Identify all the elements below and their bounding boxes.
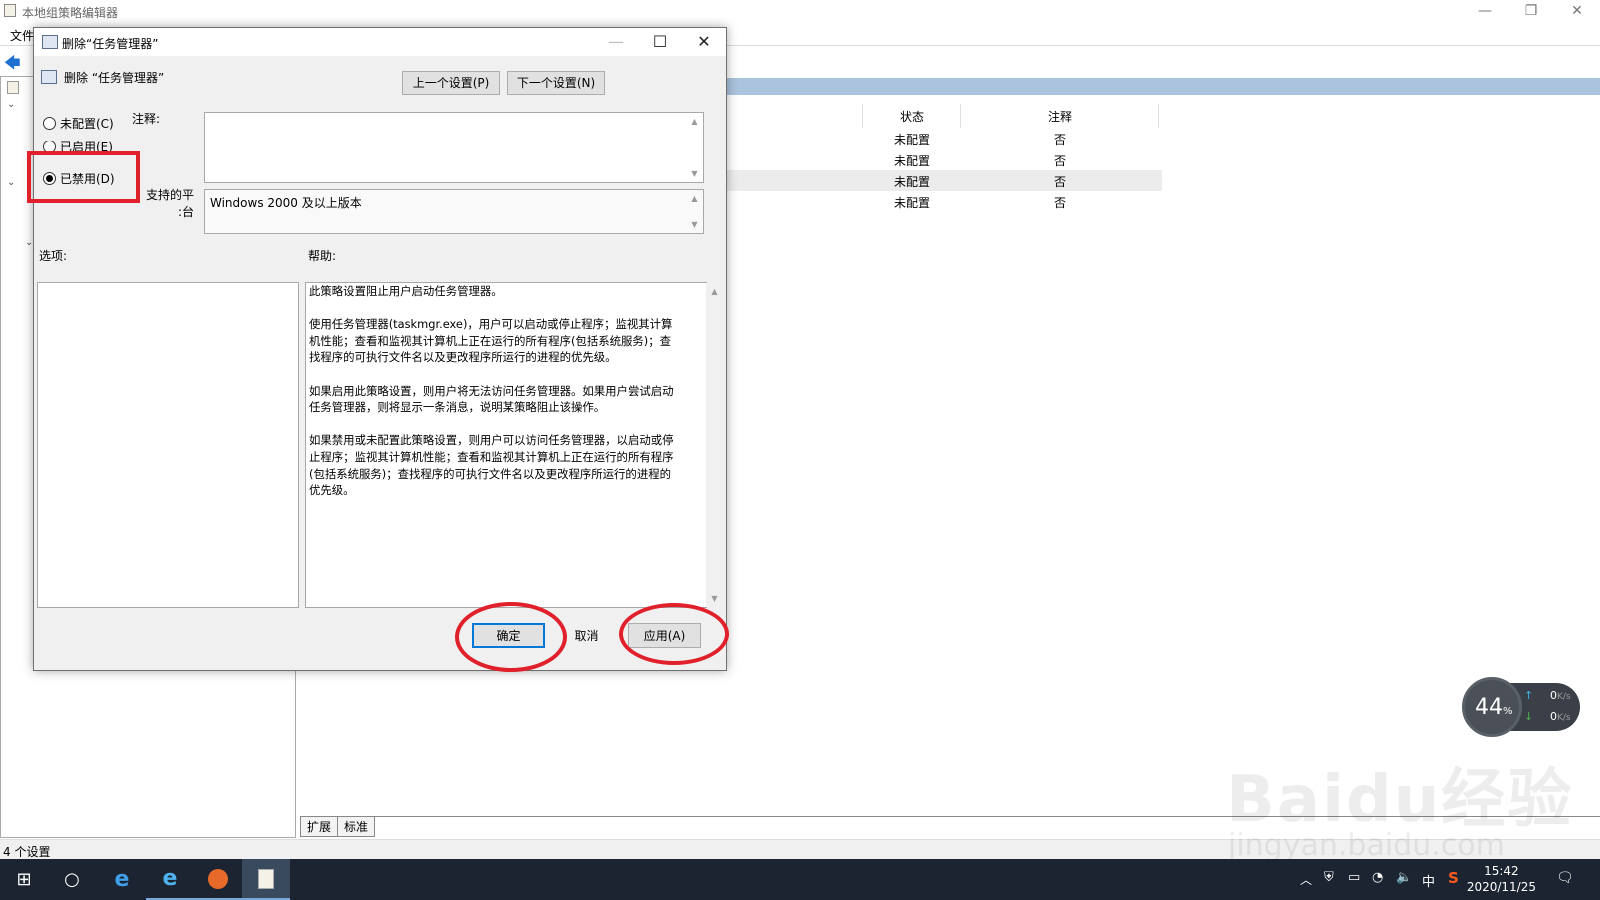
annotation-highlight-box [27,151,140,203]
minimize-button[interactable]: — [1462,0,1508,22]
back-arrow-icon[interactable]: 🡄 [4,52,21,79]
policy-editor-taskbar-icon[interactable] [242,859,290,900]
radio-not-configured-label: 未配置(C) [60,116,114,131]
taskbar-clock[interactable]: 15:42 2020/11/25 [1467,863,1536,895]
browser-icon[interactable] [194,859,242,900]
column-separator[interactable] [960,104,961,128]
cell-state: 未配置 [894,154,931,168]
memory-percent: 44% [1475,695,1513,720]
restore-button[interactable]: ❐ [1508,0,1554,22]
chevron-up-icon[interactable]: ︿ [1300,871,1312,888]
view-tabs: 扩展 标准 [300,817,376,837]
main-window-title: 本地组策略编辑器 [22,6,119,20]
search-icon[interactable]: ○ [48,859,96,900]
dialog-maximize-button[interactable]: ☐ [638,28,682,56]
help-paragraph: 此策略设置阻止用户启动任务管理器。 [309,284,503,298]
security-icon[interactable]: ⛨ [1324,870,1334,885]
chevron-down-icon[interactable]: ⌄ [7,99,15,110]
watermark-logo: Baidu经验 [1226,763,1574,837]
policy-name: 删除 “任务管理器” [64,71,165,85]
previous-setting-button[interactable]: 上一个设置(P) [402,71,500,95]
annotation-circle-ok [455,602,567,672]
watermark-url: jingyan.baidu.com [1228,828,1505,863]
main-titlebar: 本地组策略编辑器 — ❐ ✕ [0,0,1600,22]
cell-comment: 否 [1054,196,1067,210]
help-text: 此策略设置阻止用户启动任务管理器。 使用任务管理器(taskmgr.exe)，用… [309,283,679,515]
comment-label: 注释: [132,112,161,126]
clock-time: 15:42 [1484,864,1519,878]
help-paragraph: 如果启用此策略设置，则用户将无法访问任务管理器。如果用户尝试启动任务管理器，则将… [309,383,674,415]
network-speed-widget[interactable]: ↑ 0K/s ↓ 0K/s 44% [1462,677,1580,737]
cell-state: 未配置 [894,196,931,210]
column-separator[interactable] [1158,104,1159,128]
comment-scrollbar[interactable]: ▲ ▼ [686,113,703,182]
upload-speed: 0K/s [1550,689,1571,702]
column-separator[interactable] [862,104,863,128]
volume-icon[interactable]: 🔈 [1396,870,1412,885]
help-paragraph: 如果禁用或未配置此策略设置，则用户可以访问任务管理器，以启动或停止程序；监视其计… [309,433,674,498]
platform-field: Windows 2000 及以上版本 ▲ ▼ [204,189,704,234]
column-header-state[interactable]: 状态 [900,108,924,125]
wifi-icon[interactable]: ◔ [1372,870,1383,885]
next-setting-button[interactable]: 下一个设置(N) [507,71,605,95]
cell-comment: 否 [1054,154,1067,168]
annotation-circle-apply [619,603,729,665]
cell-state: 未配置 [894,175,931,189]
notification-icon[interactable]: 🗨 [1556,870,1574,886]
help-label: 帮助: [308,249,337,263]
platform-label: 支持的平台: [145,188,194,219]
memory-usage-circle: 44% [1462,677,1522,737]
column-header-comment[interactable]: 注释 [1048,108,1072,125]
windows-start-icon[interactable]: ⊞ [0,859,48,900]
clock-date: 2020/11/25 [1466,880,1536,894]
download-speed: 0K/s [1550,710,1571,723]
taskbar: ⊞ ○ e e ︿ ⛨ ▭ ◔ 🔈 中 S 15:42 2020/11/25 🗨 [0,859,1600,900]
tree-root-icon [7,81,19,94]
tab-extended[interactable]: 扩展 [300,817,339,837]
battery-icon[interactable]: ▭ [1348,870,1360,885]
dialog-minimize-button: — [608,32,624,51]
cell-comment: 否 [1054,175,1067,189]
options-label: 选项: [39,249,68,263]
radio-circle[interactable] [43,116,56,130]
options-panel[interactable] [37,282,299,608]
download-arrow-icon: ↓ [1524,710,1534,723]
cell-state: 未配置 [894,133,931,147]
tab-standard[interactable]: 标准 [337,817,376,837]
close-button[interactable]: ✕ [1554,0,1600,22]
sogou-ime-icon[interactable]: S [1448,869,1459,887]
platform-scrollbar[interactable]: ▲ ▼ [686,190,703,233]
platform-value: Windows 2000 及以上版本 [210,196,362,210]
chevron-down-icon[interactable]: ⌄ [7,177,15,188]
app-icon [4,4,16,17]
radio-not-configured[interactable]: 未配置(C) [43,114,114,132]
menu-file[interactable]: 文件 [10,27,34,44]
ie-icon[interactable]: e [146,859,194,900]
comment-textarea[interactable]: ▲ ▼ [204,112,704,183]
help-scrollbar[interactable]: ▲ ▼ [706,283,723,607]
policy-icon [42,35,58,49]
ie-icon[interactable]: e [98,859,146,900]
dialog-close-button[interactable]: ✕ [682,28,726,56]
dialog-title: 删除“任务管理器” [62,37,159,51]
upload-arrow-icon: ↑ [1524,689,1534,702]
ime-indicator[interactable]: 中 [1422,871,1435,890]
help-paragraph: 使用任务管理器(taskmgr.exe)，用户可以启动或停止程序；监视其计算机性… [309,317,673,365]
setting-icon [41,70,57,84]
status-text: 4 个设置 [3,845,51,859]
dialog-titlebar[interactable]: 删除“任务管理器” — ☐ ✕ [34,28,726,56]
policy-setting-dialog: 删除“任务管理器” — ☐ ✕ 删除 “任务管理器” 上一个设置(P) 下一个设… [27,27,729,672]
cell-comment: 否 [1054,133,1067,147]
